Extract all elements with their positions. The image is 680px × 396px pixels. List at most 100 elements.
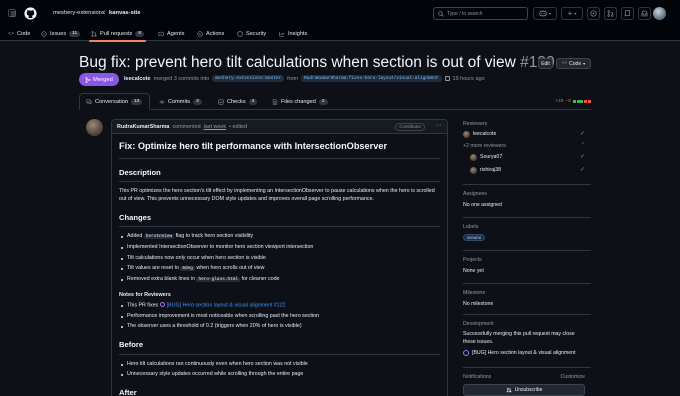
tab-commits-count: 3: [193, 98, 202, 105]
labels-list: area/ui: [463, 234, 486, 241]
tab-issues[interactable]: Issues 11: [41, 29, 81, 39]
tab-security[interactable]: Security: [237, 29, 266, 39]
copy-icon[interactable]: [444, 76, 450, 81]
tab-agents[interactable]: Agents: [158, 29, 184, 39]
breadcrumb-separator: /: [103, 10, 105, 16]
projects-value: None yet: [463, 268, 484, 274]
after-heading: After: [119, 387, 440, 396]
issues-button[interactable]: [587, 7, 600, 20]
search-input[interactable]: Type / to search: [433, 7, 528, 20]
development-title[interactable]: Development: [463, 321, 494, 327]
linked-issue[interactable]: [BUG] Hero section layout & visual align…: [463, 350, 576, 356]
tab-commits[interactable]: Commits 3: [159, 93, 202, 110]
plus-icon: +: [567, 8, 573, 18]
list-item-text: Removed extra blank lines in: [127, 275, 197, 282]
comment-edited[interactable]: • edited: [229, 124, 247, 130]
git-pull-request-icon: [91, 31, 97, 37]
reviewer-name[interactable]: rishiraj38: [480, 167, 501, 173]
diffstat-bar: [572, 100, 591, 103]
shield-icon: [237, 31, 243, 37]
pull-requests-button[interactable]: [604, 7, 617, 20]
milestone-value: No milestone: [463, 301, 494, 307]
kebab-menu-icon[interactable]: ···: [436, 122, 442, 129]
tab-code[interactable]: <> Code: [8, 29, 30, 39]
tab-pull-requests-count: 8: [135, 31, 145, 37]
merge-meta: leecalcote merged 3 commits into meshery…: [124, 75, 485, 82]
tab-checks[interactable]: Checks 4: [218, 93, 258, 110]
merged-by-link[interactable]: leecalcote: [124, 76, 151, 82]
merged-text: merged 3 commits into: [153, 75, 210, 82]
comment-time[interactable]: last week: [204, 124, 226, 130]
list-item-text: when hero scrolls out of view: [194, 265, 265, 272]
comment-discussion-icon: [86, 99, 92, 105]
customize-link[interactable]: Customize: [560, 374, 585, 380]
tab-files-changed-label: Files changed: [281, 98, 316, 105]
more-reviewers-toggle[interactable]: +2 more reviewers: [463, 143, 506, 149]
github-logo-icon[interactable]: [24, 7, 37, 22]
labels-title[interactable]: Labels: [463, 224, 478, 230]
menu-icon[interactable]: [8, 9, 16, 17]
issue-status-icon: [159, 301, 165, 307]
reviewers-title[interactable]: Reviewers: [463, 121, 487, 127]
development-text: Successfully merging this pull request m…: [463, 331, 575, 345]
edit-button[interactable]: Edit: [538, 58, 553, 69]
tab-conversation-label: Conversation: [95, 98, 128, 105]
play-icon: [197, 31, 203, 37]
base-branch[interactable]: meshery-extensions:master: [212, 75, 285, 82]
pr-title-text: Bug fix: prevent hero tilt calculations …: [79, 54, 516, 71]
list-item-text: Tilt values are reset to: [127, 265, 181, 272]
tab-pull-requests[interactable]: Pull requests 8: [88, 29, 147, 42]
reviewer-name[interactable]: leecalcote: [473, 131, 496, 137]
list-item: Added heroInView flag to track hero sect…: [121, 233, 440, 241]
tab-files-changed-count: 2: [318, 98, 328, 105]
org-link[interactable]: meshery-extensions: [53, 10, 105, 16]
chevron-down-icon: ▾: [583, 61, 586, 66]
comment-heading: Fix: Optimize hero tilt performance with…: [119, 140, 440, 159]
assignees-title[interactable]: Assignees: [463, 191, 487, 197]
user-avatar[interactable]: [653, 7, 666, 20]
author-avatar[interactable]: [86, 119, 103, 136]
list-item: This PR fixes [BUG] Hero section layout …: [121, 301, 440, 310]
tab-insights[interactable]: Insights: [279, 29, 307, 39]
list-item-text: flag to track hero section visibility: [174, 233, 254, 240]
head-branch[interactable]: RudraKumarSharma:fixes-hero-layout/visua…: [301, 75, 442, 82]
list-item: Implemented IntersectionObserver to moni…: [121, 243, 440, 252]
comment-author[interactable]: RudraKumarSharma: [117, 124, 169, 130]
copilot-button[interactable]: ▾: [533, 7, 557, 20]
create-new-button[interactable]: + ▾: [561, 7, 583, 20]
notifications-button[interactable]: [638, 7, 651, 20]
list-item: Tilt calculations now only occur when he…: [121, 255, 440, 263]
unsubscribe-button[interactable]: Unsubscribe: [463, 384, 585, 396]
development-section: Development Successfully merging this pu…: [463, 315, 591, 368]
chevron-up-icon[interactable]: ⌃: [581, 142, 585, 148]
notes-list: This PR fixes [BUG] Hero section layout …: [119, 301, 440, 332]
list-item-text: for cleaner code: [240, 275, 280, 282]
list-item-text: Implemented IntersectionObserver to moni…: [127, 243, 314, 250]
changes-heading: Changes: [119, 212, 440, 228]
before-heading: Before: [119, 339, 440, 355]
notes-heading: Notes for Reviewers: [119, 291, 171, 298]
tab-actions[interactable]: Actions: [197, 29, 224, 39]
diffstat: +18 −8: [555, 99, 591, 104]
tab-actions-label: Actions: [206, 31, 225, 37]
inbox-icon: [641, 10, 648, 17]
label-badge[interactable]: area/ui: [463, 234, 486, 241]
projects-title[interactable]: Projects: [463, 257, 482, 263]
changes-list: Added heroInView flag to track hero sect…: [119, 233, 440, 283]
reviewer-name[interactable]: Sourya07: [480, 154, 502, 160]
tab-conversation[interactable]: Conversation 13: [79, 93, 150, 110]
issue-link[interactable]: [BUG] Hero section layout & visual align…: [167, 302, 286, 308]
code-button[interactable]: <> Code ▾: [556, 58, 591, 69]
milestone-title[interactable]: Milestone: [463, 290, 485, 296]
lines-removed: −8: [565, 99, 571, 104]
inline-code: hero-glass.html: [196, 276, 241, 282]
list-item: Hero tilt calculations ran continuously …: [121, 361, 440, 369]
state-badge: Merged: [79, 73, 119, 86]
repo-link[interactable]: kanvas-site: [109, 10, 141, 16]
tab-files-changed[interactable]: Files changed 2: [272, 93, 328, 110]
list-item-text: The observer uses a threshold of 0.2 (tr…: [127, 323, 302, 330]
list-item-text: Performance improvement is most noticeab…: [127, 312, 319, 319]
merge-time: 19 hours ago: [452, 75, 485, 82]
repositories-button[interactable]: [621, 7, 634, 20]
code-icon: <>: [561, 61, 568, 66]
